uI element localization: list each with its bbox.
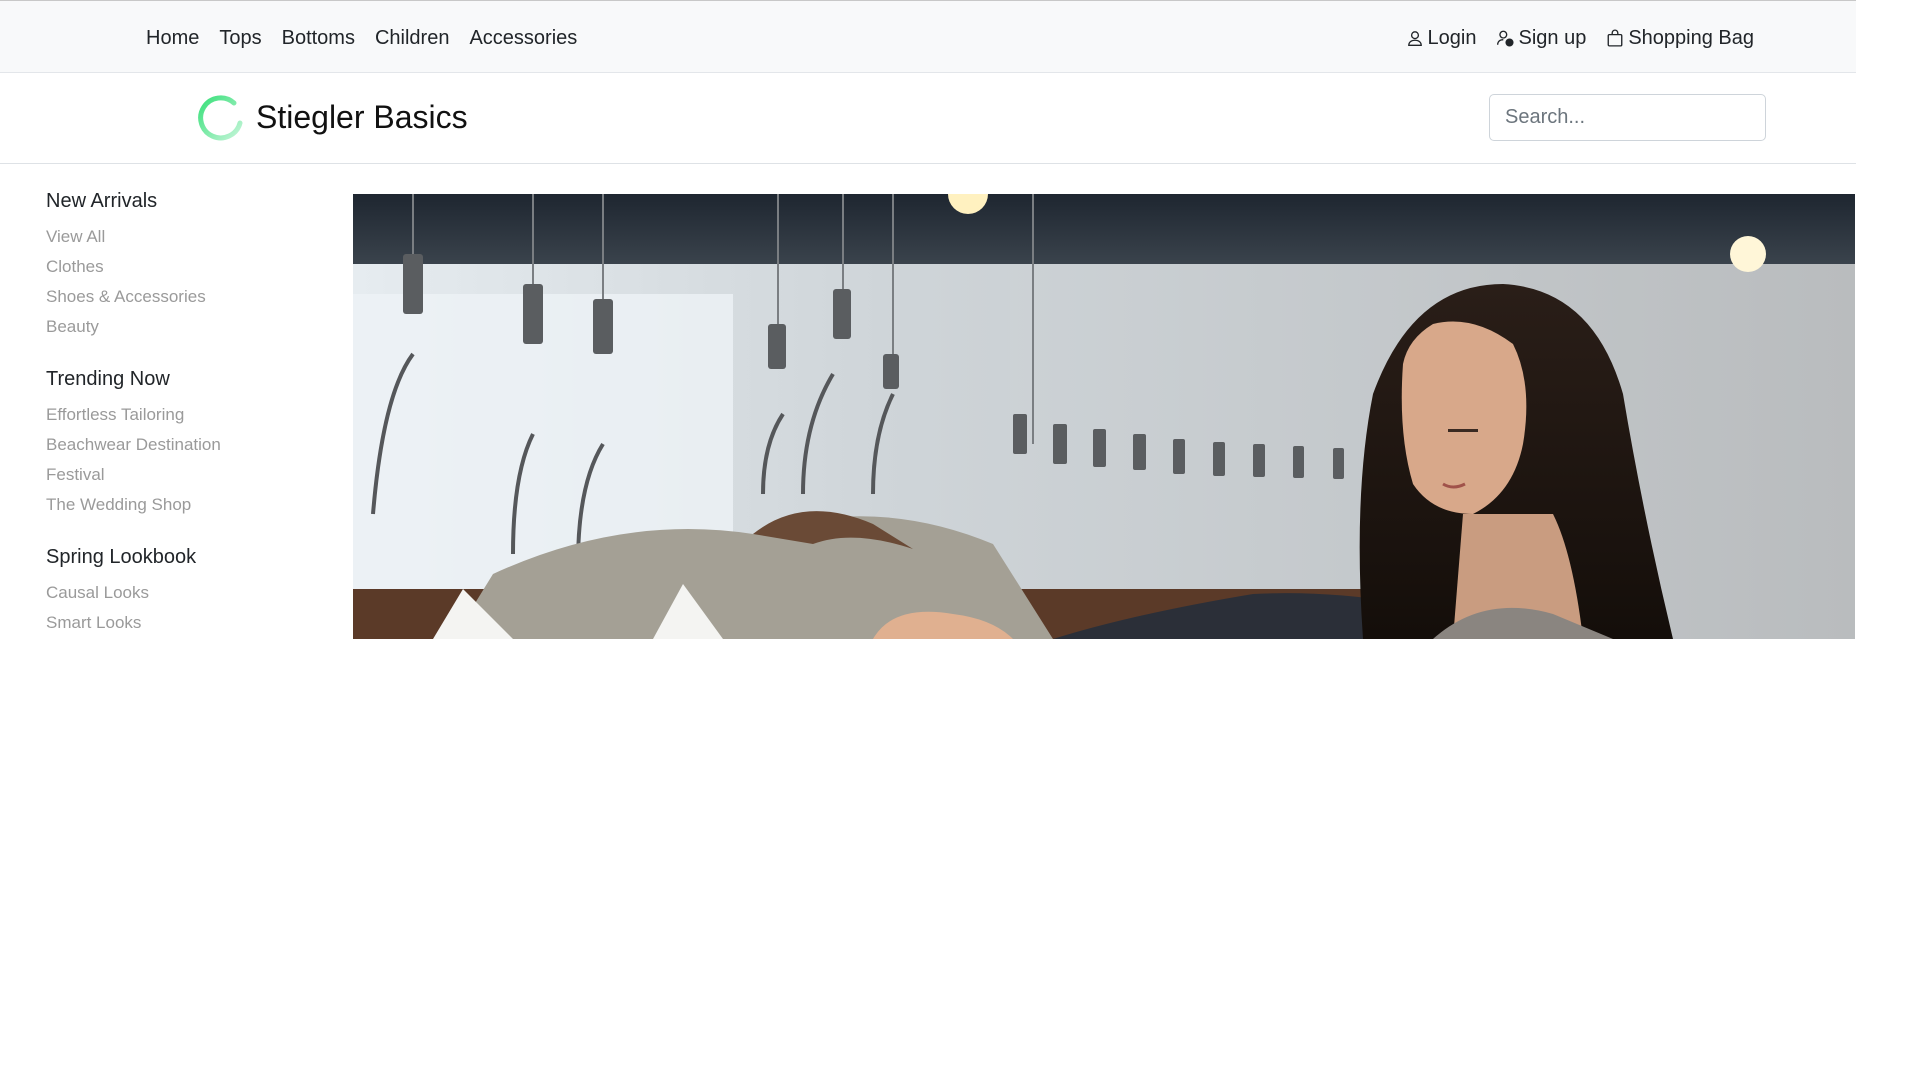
- brand-name[interactable]: Stiegler Basics: [256, 98, 468, 136]
- sidebar-section-title: Trending Now: [46, 368, 170, 390]
- sidebar-section-title: Spring Lookbook: [46, 546, 197, 568]
- login-link[interactable]: Login: [1406, 25, 1477, 51]
- person-icon: [1407, 31, 1422, 46]
- brand-logo[interactable]: [196, 93, 246, 143]
- sidebar-item-smart-looks[interactable]: Smart Looks: [46, 608, 306, 638]
- sidebar-link[interactable]: Beauty: [46, 317, 99, 336]
- sidebar-link[interactable]: Beachwear Destination: [46, 435, 221, 454]
- sidebar-item-shoes-accessories[interactable]: Shoes & Accessories: [46, 282, 306, 312]
- sidebar-link[interactable]: Smart Looks: [46, 613, 141, 632]
- sidebar-link[interactable]: Effortless Tailoring: [46, 405, 184, 424]
- sidebar-link[interactable]: Shoes & Accessories: [46, 287, 206, 306]
- shopping-bag-link[interactable]: Shopping Bag: [1606, 25, 1754, 51]
- sidebar-item-casual-looks[interactable]: Causal Looks: [46, 578, 306, 608]
- sidebar-link[interactable]: Clothes: [46, 257, 104, 276]
- nav-home[interactable]: Home: [146, 25, 199, 51]
- sidebar-item-beauty[interactable]: Beauty: [46, 312, 306, 342]
- shopping-bag-icon: [1607, 29, 1623, 47]
- nav-accessories[interactable]: Accessories: [469, 25, 577, 51]
- user-nav: Login Sign up Shopping Bag: [1386, 25, 1754, 51]
- sidebar-item-view-all[interactable]: View All: [46, 222, 306, 252]
- shopping-bag-label: Shopping Bag: [1628, 27, 1754, 49]
- hero-image: [353, 194, 1855, 639]
- brand-bar: Stiegler Basics: [0, 74, 1856, 164]
- search-input[interactable]: [1489, 94, 1766, 141]
- sidebar: New Arrivals View All Clothes Shoes & Ac…: [46, 188, 306, 638]
- nav-tops[interactable]: Tops: [219, 25, 261, 51]
- sidebar-link[interactable]: Causal Looks: [46, 583, 149, 602]
- signup-label: Sign up: [1518, 27, 1587, 49]
- nav-children[interactable]: Children: [375, 25, 449, 51]
- top-navbar: Home Tops Bottoms Children Accessories L…: [0, 0, 1856, 73]
- sidebar-item-effortless-tailoring[interactable]: Effortless Tailoring: [46, 400, 306, 430]
- login-label: Login: [1427, 27, 1477, 49]
- sidebar-section-title: New Arrivals: [46, 190, 158, 212]
- sidebar-item-festival[interactable]: Festival: [46, 460, 306, 490]
- nav-bottoms[interactable]: Bottoms: [282, 25, 355, 51]
- sidebar-link[interactable]: Festival: [46, 465, 105, 484]
- sidebar-link[interactable]: View All: [46, 227, 105, 246]
- sidebar-link[interactable]: The Wedding Shop: [46, 495, 191, 514]
- person-add-icon: [1497, 30, 1515, 47]
- signup-link[interactable]: Sign up: [1496, 25, 1586, 51]
- hero-illustration: [353, 194, 1855, 639]
- main-nav: Home Tops Bottoms Children Accessories: [146, 25, 597, 51]
- sidebar-item-clothes[interactable]: Clothes: [46, 252, 306, 282]
- sidebar-item-wedding-shop[interactable]: The Wedding Shop: [46, 490, 306, 520]
- sidebar-item-beachwear[interactable]: Beachwear Destination: [46, 430, 306, 460]
